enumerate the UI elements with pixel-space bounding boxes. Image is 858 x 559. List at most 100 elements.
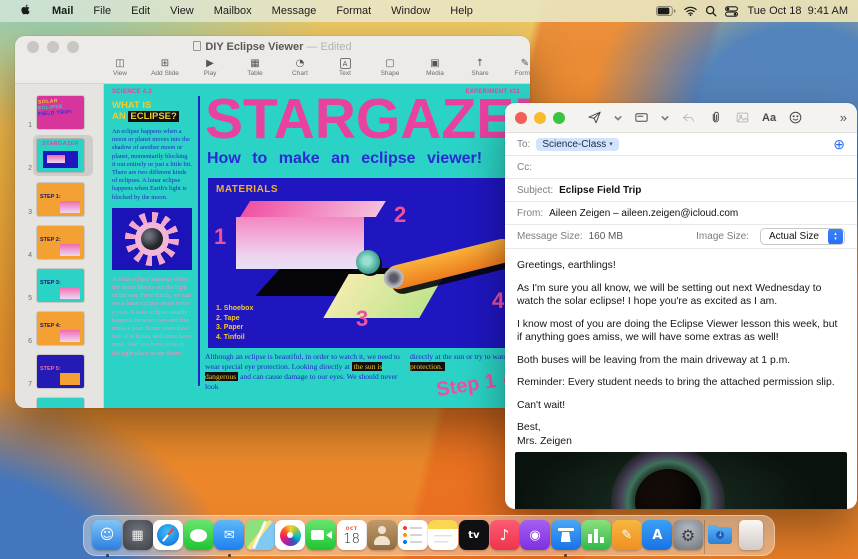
slide-6-thumb[interactable]: STEP 4: <box>37 312 84 345</box>
text-button[interactable]: A Text <box>328 58 362 77</box>
dock-item-pages[interactable]: ✎ <box>611 520 642 556</box>
slide-thumbnail-5[interactable]: 5 STEP 3: <box>15 269 104 302</box>
media-button[interactable]: ▣ Media <box>418 58 452 77</box>
slide-canvas[interactable]: SCIENCE 4.2 EXPERIMENT #11 WHAT IS AN ECL… <box>104 84 530 408</box>
contacts-icon[interactable] <box>367 520 398 550</box>
slide-8-thumb[interactable]: DID YOU KNOW... <box>37 398 84 408</box>
shape-button[interactable]: ▢ Shape <box>373 58 407 77</box>
slide-thumbnail-7[interactable]: 7 STEP 5: <box>15 355 104 388</box>
slide-thumbnail-1[interactable]: 1 SOLAR ECLIPSE FIELD TRIP! <box>15 96 104 129</box>
recipient-token[interactable]: Science-Class ▾ <box>536 137 619 151</box>
minimize-button[interactable] <box>534 111 546 124</box>
dock-item-numbers[interactable] <box>581 520 612 556</box>
dock-item-music[interactable]: ♪ <box>489 520 520 556</box>
from-field-row[interactable]: From: Aileen Zeigen – aileen.zeigen@iclo… <box>505 202 857 225</box>
mail-toolbar[interactable]: Aa » <box>505 103 857 133</box>
insert-photo-button-disabled[interactable] <box>735 110 750 125</box>
dock-item-reminders[interactable] <box>397 520 428 556</box>
dock-item-maps[interactable] <box>244 520 275 556</box>
photos-icon[interactable] <box>275 520 306 550</box>
control-center-icon[interactable] <box>724 5 738 17</box>
share-button[interactable]: ↑ Share <box>463 58 497 77</box>
apple-tv-icon[interactable]: tv <box>458 520 489 550</box>
launchpad-icon[interactable]: ▦ <box>122 520 153 550</box>
maps-icon[interactable] <box>244 520 275 550</box>
dock-item-trash[interactable] <box>736 520 766 556</box>
pages-icon[interactable]: ✎ <box>611 520 642 550</box>
apple-menu[interactable] <box>10 3 41 19</box>
cc-field-row[interactable]: Cc: <box>505 156 857 179</box>
app-store-icon[interactable]: A <box>642 520 673 550</box>
dock-item-appletv[interactable]: tv <box>458 520 489 556</box>
slide-3-thumb[interactable]: STEP 1: <box>37 183 84 216</box>
facetime-icon[interactable] <box>306 520 337 550</box>
slide-4-thumb[interactable]: STEP 2: <box>37 226 84 259</box>
dock-item-podcasts[interactable]: ◉ <box>520 520 551 556</box>
menu-edit[interactable]: Edit <box>122 5 159 17</box>
music-icon[interactable]: ♪ <box>489 520 520 550</box>
slide-thumbnail-3[interactable]: 3 STEP 1: <box>15 183 104 216</box>
header-fields-button[interactable] <box>634 110 649 125</box>
dock-item-launchpad[interactable]: ▦ <box>122 520 153 556</box>
slide-7-thumb[interactable]: STEP 5: <box>37 355 84 388</box>
dock-item-mail[interactable]: ✉ <box>214 520 245 557</box>
toolbar-overflow-button[interactable]: » <box>840 110 847 125</box>
menu-message[interactable]: Message <box>263 5 326 17</box>
dock-item-appstore[interactable]: A <box>642 520 673 556</box>
slide-2-thumb[interactable]: STARGAZER <box>37 139 84 172</box>
keynote-titlebar[interactable]: DIY Eclipse Viewer — Edited <box>15 36 530 58</box>
attach-button[interactable] <box>708 110 723 125</box>
dock-item-notes[interactable] <box>428 520 459 556</box>
wifi-icon[interactable] <box>683 6 697 16</box>
emoji-button[interactable] <box>788 110 803 125</box>
mail-icon[interactable]: ✉ <box>214 520 245 550</box>
slide-thumbnail-2-selected[interactable]: 2 STARGAZER <box>15 135 104 176</box>
send-button[interactable] <box>587 110 602 125</box>
slide-5-thumb[interactable]: STEP 3: <box>37 269 84 302</box>
finder-icon[interactable]: ☺ <box>92 520 122 550</box>
podcasts-icon[interactable]: ◉ <box>520 520 551 550</box>
reply-button-disabled[interactable] <box>681 110 696 125</box>
menu-clock[interactable]: Tue Oct 18 9:41 AM <box>746 5 849 17</box>
dock-item-messages[interactable] <box>183 520 214 556</box>
image-size-select[interactable]: Actual Size ▴ ▾ <box>759 228 845 245</box>
view-button[interactable]: ◫ View <box>103 58 137 77</box>
subject-value[interactable]: Eclipse Field Trip <box>559 185 641 196</box>
dock-item-finder[interactable]: ☺ <box>92 520 122 557</box>
calendar-icon[interactable]: OCT 18 <box>336 520 367 550</box>
close-button[interactable] <box>515 111 527 124</box>
keynote-icon[interactable] <box>550 520 581 550</box>
format-text-button[interactable]: Aa <box>762 112 776 124</box>
format-button[interactable]: ✎Format <box>508 58 530 77</box>
dock-item-safari[interactable] <box>153 520 184 556</box>
slide-thumbnail-4[interactable]: 4 STEP 2: <box>15 226 104 259</box>
chart-button[interactable]: ◔ Chart <box>283 58 317 77</box>
downloads-folder-icon[interactable]: ↓ <box>705 520 735 550</box>
dock-item-settings[interactable]: ⚙ <box>672 520 703 556</box>
notes-icon[interactable] <box>428 520 459 550</box>
zoom-button[interactable] <box>553 111 565 124</box>
messages-icon[interactable] <box>183 520 214 550</box>
battery-icon[interactable] <box>655 6 676 16</box>
add-slide-button[interactable]: ⊞ Add Slide <box>148 58 182 77</box>
slide-1-thumb[interactable]: SOLAR ECLIPSE FIELD TRIP! <box>37 96 84 129</box>
menu-format[interactable]: Format <box>327 5 380 17</box>
send-options-chevron-icon[interactable] <box>614 114 622 122</box>
add-recipient-button[interactable]: ⊕ <box>833 137 845 151</box>
slide-thumbnail-8[interactable]: DID YOU KNOW... <box>15 398 104 408</box>
spotlight-search-icon[interactable] <box>705 5 717 17</box>
dock-item-contacts[interactable] <box>367 520 398 556</box>
header-fields-chevron-icon[interactable] <box>661 114 669 122</box>
slide-thumbnail-6[interactable]: 6 STEP 4: <box>15 312 104 345</box>
play-button[interactable]: ▶ Play <box>193 58 227 77</box>
dock-item-keynote[interactable] <box>550 520 581 557</box>
trash-icon[interactable] <box>738 520 763 550</box>
dock-item-photos[interactable] <box>275 520 306 556</box>
message-body[interactable]: Greetings, earthlings! As I'm sure you a… <box>505 249 857 448</box>
system-settings-icon[interactable]: ⚙ <box>672 520 703 550</box>
reminders-icon[interactable] <box>397 520 428 550</box>
menu-app-name[interactable]: Mail <box>43 5 82 17</box>
safari-icon[interactable] <box>153 520 184 550</box>
dock-item-downloads[interactable]: ↓ <box>705 520 735 556</box>
dock-item-calendar[interactable]: OCT 18 <box>336 520 367 556</box>
